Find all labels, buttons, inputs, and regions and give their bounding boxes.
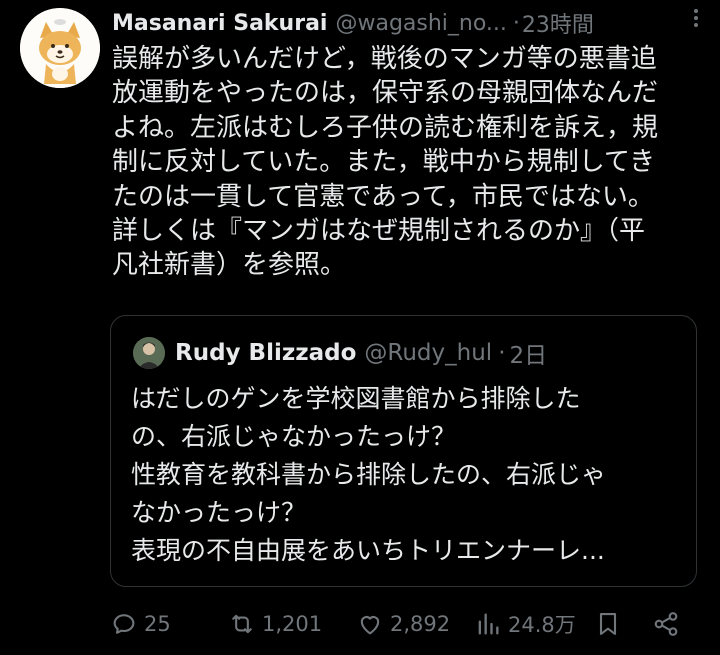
bookmark-button[interactable] [594, 604, 622, 644]
quoted-author-name[interactable]: Rudy Blizzado [175, 340, 356, 366]
heart-icon [360, 616, 380, 635]
tweet-actions: 25 1,201 2,892 24.8万 [110, 604, 690, 644]
author-handle[interactable]: @wagashi_no... [335, 11, 506, 36]
reply-button[interactable]: 25 [110, 604, 171, 644]
quoted-header-separator: · [498, 340, 506, 366]
reply-count: 25 [144, 612, 171, 636]
tweet-text: 誤解が多いんだけど，戦後のマンガ等の悪書追 放運動をやったのは，保守系の母親団体… [112, 44, 659, 281]
quoted-tweet-time[interactable]: 2日 [510, 336, 548, 370]
author-avatar[interactable] [20, 8, 100, 88]
quoted-tweet[interactable]: Rudy Blizzado @Rudy_hul · 2日 はだしのゲンを学校図書… [110, 315, 697, 587]
bookmark-icon [599, 613, 617, 635]
quoted-tweet-header: Rudy Blizzado @Rudy_hul · 2日 [133, 336, 547, 370]
views-count: 24.8万 [508, 613, 576, 637]
tweet-time[interactable]: 23時間 [522, 7, 594, 39]
header-separator: · [512, 10, 520, 36]
like-button[interactable]: 2,892 [356, 604, 450, 644]
tweet-header: Masanari Sakurai @wagashi_no... · 23時間 [112, 6, 700, 40]
quoted-author-handle[interactable]: @Rudy_hul [364, 340, 492, 366]
person-avatar-icon [133, 337, 165, 369]
views-button[interactable]: 24.8万 [474, 604, 576, 644]
more-dots-icon[interactable] [684, 6, 708, 30]
reply-bubble-icon [113, 614, 135, 634]
share-button[interactable] [652, 604, 680, 644]
views-bars-icon [478, 613, 499, 635]
quoted-tweet-text: はだしのゲンを学校図書館から排除した の、右派じゃなかったっけ？ 性教育を教科書… [131, 384, 607, 565]
quoted-author-avatar [133, 337, 165, 369]
retweet-button[interactable]: 1,201 [228, 604, 322, 644]
retweet-count: 1,201 [262, 612, 323, 636]
author-name[interactable]: Masanari Sakurai [112, 11, 327, 36]
share-icon [654, 612, 678, 636]
retweet-icon [232, 614, 252, 634]
like-count: 2,892 [390, 612, 451, 636]
shiba-dog-avatar-icon [20, 8, 100, 88]
